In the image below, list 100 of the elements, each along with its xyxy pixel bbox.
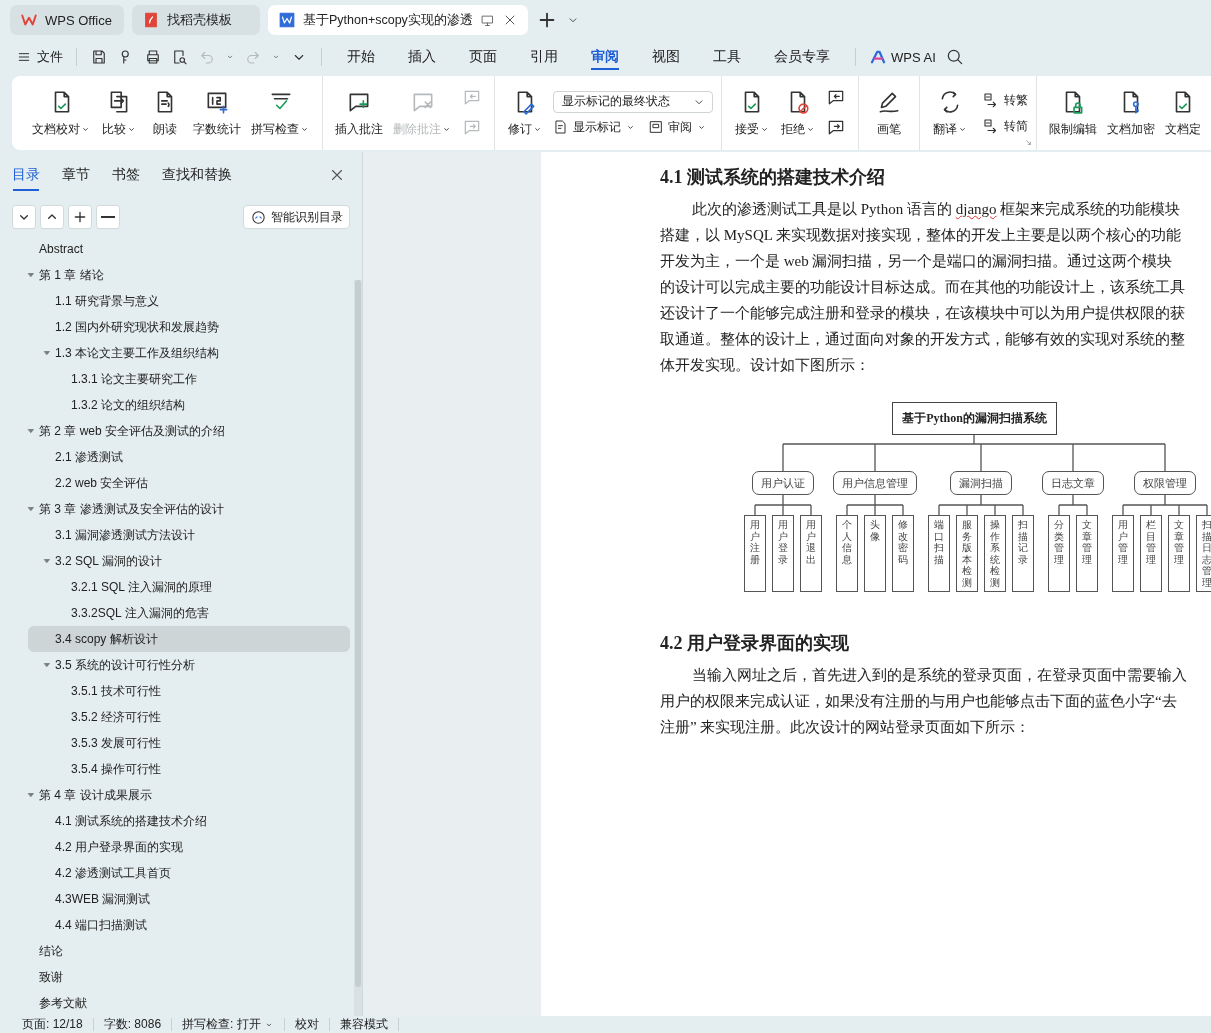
outline-item[interactable]: 第 1 章 绪论 xyxy=(0,262,350,288)
ribbon-tab[interactable]: 引用 xyxy=(518,42,570,72)
file-menu[interactable]: 文件 xyxy=(16,48,63,66)
ribbon-button[interactable]: 显示标记 xyxy=(553,118,636,136)
outline-item[interactable]: 结论 xyxy=(0,938,350,964)
outline-item[interactable]: 3.2 SQL 漏洞的设计 xyxy=(0,548,350,574)
ribbon-tab[interactable]: 审阅 xyxy=(579,42,631,72)
outline-item[interactable]: 3.5.2 经济可行性 xyxy=(0,704,350,730)
document-tab[interactable]: 找稻壳模板 xyxy=(132,5,260,35)
ribbon-tab[interactable]: 工具 xyxy=(701,42,753,72)
ribbon-button[interactable]: 文档校对 xyxy=(28,84,95,142)
outline-item[interactable]: 1.3.2 论文的组织结构 xyxy=(0,392,350,418)
panel-tab[interactable]: 书签 xyxy=(112,159,140,191)
outline-item[interactable]: 3.3.2SQL 注入漏洞的危害 xyxy=(0,600,350,626)
diagram-root-node: 基于Python的漏洞扫描系统 xyxy=(892,402,1057,435)
ribbon-button[interactable]: 审阅 xyxy=(648,118,707,136)
outline-item[interactable]: 1.3 本论文主要工作及组织结构 xyxy=(0,340,350,366)
outline-item[interactable]: 4.3WEB 漏洞测试 xyxy=(0,886,350,912)
ribbon-button[interactable]: 转简 xyxy=(982,117,1028,135)
outline-item[interactable]: Abstract xyxy=(0,236,350,262)
ribbon-tab[interactable]: 会员专享 xyxy=(762,42,842,72)
print-preview-icon[interactable] xyxy=(171,48,189,66)
status-item[interactable]: 兼容模式 xyxy=(329,1018,399,1031)
outline-item[interactable]: 2.1 渗透测试 xyxy=(0,444,350,470)
launcher-icon[interactable] xyxy=(1024,138,1033,147)
panel-tab[interactable]: 目录 xyxy=(12,159,40,191)
ribbon-button[interactable]: 修订 xyxy=(503,84,547,142)
paragraph-line: 搭建，以 MySQL 来实现数据对接实现，整体的开发上主要是以两个核心的功能 xyxy=(660,226,1183,245)
scrollbar-thumb[interactable] xyxy=(355,280,361,987)
ribbon-tab[interactable]: 页面 xyxy=(457,42,509,72)
outline-item[interactable]: 3.5.1 技术可行性 xyxy=(0,678,350,704)
ribbon-button[interactable]: 拼写检查 xyxy=(247,84,314,142)
smart-toc-button[interactable]: 智能识别目录 xyxy=(243,205,350,229)
ai-button[interactable]: WPS AI xyxy=(869,48,936,66)
plus-icon xyxy=(72,209,88,225)
collapse-button[interactable] xyxy=(12,205,36,229)
outline-item[interactable]: 4.2 用户登录界面的实现 xyxy=(0,834,350,860)
ai-logo-icon xyxy=(869,48,887,66)
ribbon-button[interactable]: 朗读 xyxy=(143,84,187,142)
outline-item[interactable]: 参考文献 xyxy=(0,990,350,1016)
outline-item[interactable]: 4.2 渗透测试工具首页 xyxy=(0,860,350,886)
diagram-leaf-node: 端口扫描 xyxy=(928,515,950,592)
ribbon-button[interactable]: 插入批注 xyxy=(331,84,387,142)
ribbon-tab[interactable]: 插入 xyxy=(396,42,448,72)
outline-item[interactable]: 3.5.3 发展可行性 xyxy=(0,730,350,756)
outline-item[interactable]: 3.2.1 SQL 注入漏洞的原理 xyxy=(0,574,350,600)
outline-item[interactable]: 致谢 xyxy=(0,964,350,990)
ribbon-button[interactable]: 接受 xyxy=(730,84,774,142)
diagram-leaf-node: 操作系统检测 xyxy=(984,515,1006,592)
outline-item[interactable]: 第 2 章 web 安全评估及测试的介绍 xyxy=(0,418,350,444)
outline-item[interactable]: 3.1 漏洞渗透测试方法设计 xyxy=(0,522,350,548)
save-icon[interactable] xyxy=(90,48,108,66)
diagram-branch-node: 日志文章 xyxy=(1042,471,1104,495)
panel-tab[interactable]: 查找和替换 xyxy=(162,159,232,191)
promote-button[interactable] xyxy=(68,205,92,229)
ribbon-button[interactable]: 限制编辑 xyxy=(1045,84,1101,142)
outline-item[interactable]: 1.1 研究背景与意义 xyxy=(0,288,350,314)
outline-item[interactable]: 2.2 web 安全评估 xyxy=(0,470,350,496)
ribbon-button[interactable]: 画笔 xyxy=(867,84,911,142)
ribbon-button[interactable]: 字数统计 xyxy=(189,84,245,142)
outline-item[interactable]: 4.1 测试系统的搭建技术介绍 xyxy=(0,808,350,834)
connector-line xyxy=(754,494,812,515)
outline-item[interactable]: 1.2 国内外研究现状和发展趋势 xyxy=(0,314,350,340)
diagram-leaf-node: 修改密码 xyxy=(892,515,914,592)
markup-select[interactable]: 显示标记的最终状态 xyxy=(553,90,713,113)
ribbon-button[interactable]: 文档定 xyxy=(1161,84,1205,142)
status-item[interactable]: 校对 xyxy=(284,1018,330,1031)
document-tab[interactable]: WPS Office xyxy=(10,5,124,35)
paragraph-line: 取通道。整体的设计上，通过面向对象的开发方式，能够有效的实现对系统的整 xyxy=(660,330,1186,349)
outline-item[interactable]: 4.4 端口扫描测试 xyxy=(0,912,350,938)
diagram-leaf-node: 文章管理 xyxy=(1076,515,1098,592)
ribbon-tab[interactable]: 视图 xyxy=(640,42,692,72)
ribbon-button[interactable]: 翻译 xyxy=(928,84,972,142)
status-item[interactable]: 字数: 8086 xyxy=(93,1018,173,1031)
status-item[interactable]: 拼写检查: 打开 xyxy=(172,1018,285,1031)
outline-item[interactable]: 第 4 章 设计成果展示 xyxy=(0,782,350,808)
diagram-leaf-node: 个人信息 xyxy=(836,515,858,592)
ribbon-button[interactable]: 转繁 xyxy=(982,91,1028,109)
diagram-leaf-node: 文章管理 xyxy=(1168,515,1190,592)
ribbon-button[interactable]: 文档加密 xyxy=(1103,84,1159,142)
outline-item[interactable]: 3.5 系统的设计可行性分析 xyxy=(0,652,350,678)
ribbon-tab[interactable]: 开始 xyxy=(335,42,387,72)
smart-toc-icon xyxy=(250,208,267,226)
expand-button[interactable] xyxy=(40,205,64,229)
monitor-icon[interactable] xyxy=(479,12,495,28)
diagram-branch-node: 用户认证 xyxy=(752,471,814,495)
document-tab[interactable]: 基于Python+scopy实现的渗透 xyxy=(268,5,528,35)
panel-tab[interactable]: 章节 xyxy=(62,159,90,191)
outline-item[interactable]: 1.3.1 论文主要研究工作 xyxy=(0,366,350,392)
ribbon-button[interactable]: 比较 xyxy=(97,84,141,142)
docer-logo-icon xyxy=(142,11,160,29)
outline-item[interactable]: 3.4 scopy 解析设计 xyxy=(28,626,350,652)
outline-item[interactable]: 3.5.4 操作可行性 xyxy=(0,756,350,782)
demote-button[interactable] xyxy=(96,205,120,229)
outline-item[interactable]: 第 3 章 渗透测试及安全评估的设计 xyxy=(0,496,350,522)
paragraph-line: 的设计可以完成主要的功能设计目标达成。而在其他的功能设计上，该系统工具 xyxy=(660,278,1186,297)
print-icon[interactable] xyxy=(144,48,162,66)
ribbon-button[interactable]: 拒绝 xyxy=(776,84,820,142)
diagram-branch-node: 用户信息管理 xyxy=(833,471,917,495)
status-item[interactable]: 页面: 12/18 xyxy=(12,1018,94,1031)
